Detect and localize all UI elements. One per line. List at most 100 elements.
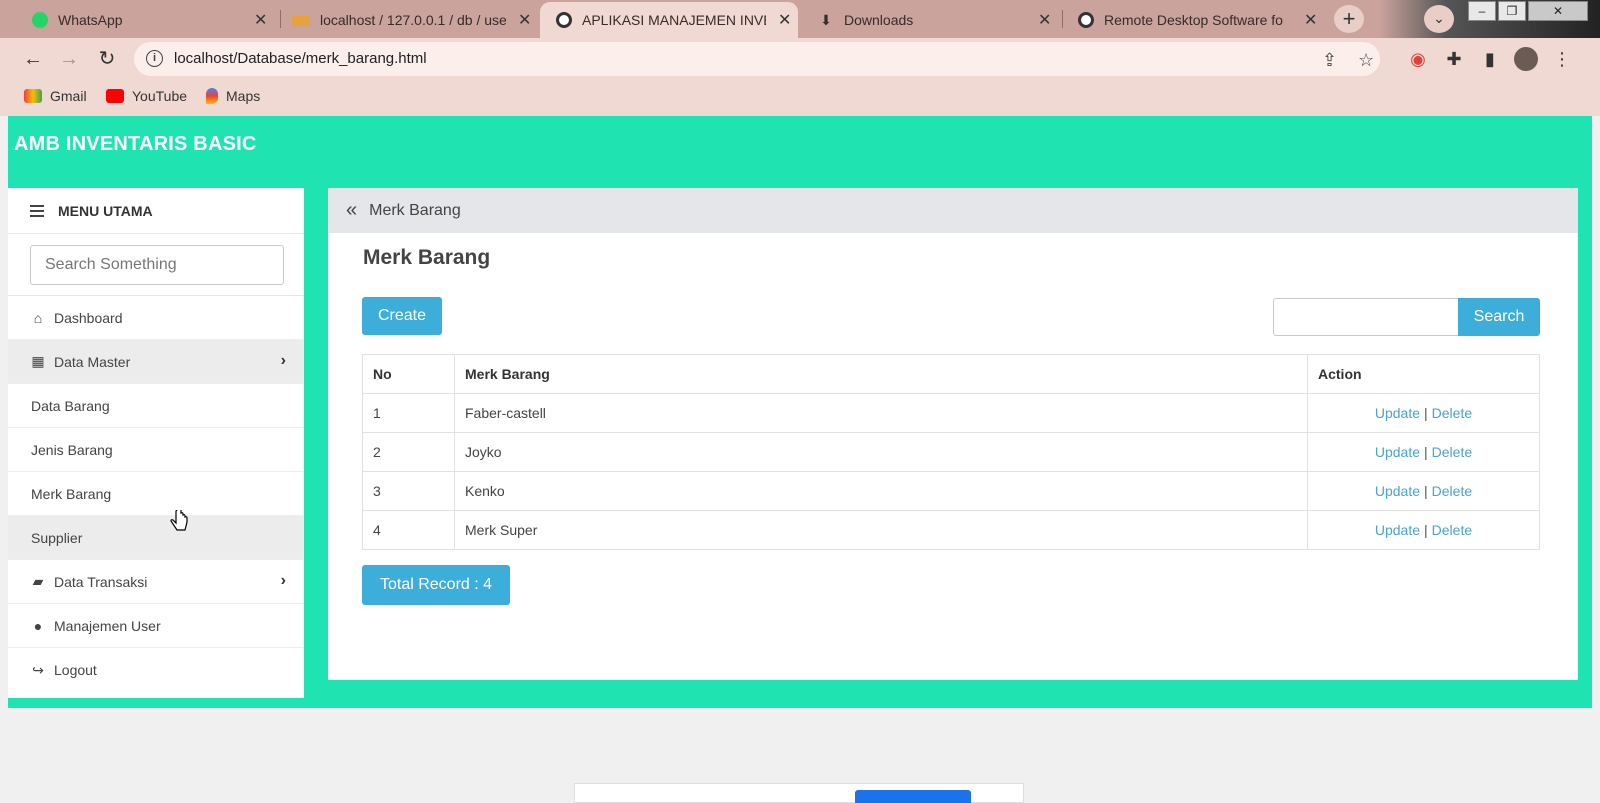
delete-link[interactable]: Delete [1432,522,1472,538]
action-separator: | [1424,522,1428,538]
sidebar-header: MENU UTAMA [8,188,304,234]
bookmark-youtube[interactable]: YouTube [106,88,187,104]
bookmark-label: YouTube [132,88,188,104]
tab-label: APLIKASI MANAJEMEN INVEN [582,12,766,28]
grid-icon: ▦ [31,353,45,369]
address-bar[interactable]: i localhost/Database/merk_barang.html ⇪ … [134,42,1380,76]
tab-whatsapp[interactable]: WhatsApp ✕ [10,2,274,38]
close-icon[interactable]: ✕ [254,10,267,30]
forward-button[interactable]: → [56,46,82,72]
sidebar-item-dashboard[interactable]: ⌂ Dashboard [8,296,304,340]
close-icon[interactable]: ✕ [1304,10,1317,30]
close-icon[interactable]: ✕ [778,10,791,30]
table-search-input[interactable] [1273,298,1459,336]
minimize-button[interactable]: – [1468,1,1496,21]
table-header-row: No Merk Barang Action [362,354,1540,394]
search-button[interactable]: Search [1458,298,1540,336]
sidebar-search-input[interactable] [30,245,284,285]
update-link[interactable]: Update [1375,405,1420,421]
share-icon[interactable]: ⇪ [1322,50,1337,71]
sidebar-item-manajemen-user[interactable]: ● Manajemen User [8,604,304,648]
new-tab-button[interactable]: + [1334,5,1364,33]
double-chevron-left-icon[interactable]: « [346,199,357,222]
browser-tab-bar: WhatsApp ✕ localhost / 127.0.0.1 / db / … [0,0,1600,38]
back-button[interactable]: ← [20,46,46,72]
browser-toolbar: ← → ↻ i localhost/Database/merk_barang.h… [0,38,1600,80]
user-icon: ● [33,617,43,634]
info-icon[interactable]: i [146,50,163,67]
reload-button[interactable]: ↻ [94,46,120,72]
sidebar-item-data-transaksi[interactable]: ▰ Data Transaksi › [8,560,304,604]
bookmark-gmail[interactable]: Gmail [24,88,87,104]
restore-button[interactable]: ❐ [1498,1,1526,21]
tab-label: Remote Desktop Software for [1104,12,1284,28]
page-title: Merk Barang [363,246,491,269]
tab-search-button[interactable]: ⌄ [1424,5,1454,33]
cell-no: 1 [362,393,455,433]
url-text[interactable]: localhost/Database/merk_barang.html [174,50,427,67]
update-link[interactable]: Update [1375,444,1420,460]
main-content: « Merk Barang Merk Barang Create Search … [328,188,1578,680]
create-button[interactable]: Create [362,297,442,335]
chevron-right-icon: › [280,572,286,589]
cell-action: Update | Delete [1307,471,1540,511]
cell-merk: Merk Super [454,510,1308,550]
cell-merk: Faber-castell [454,393,1308,433]
update-link[interactable]: Update [1375,483,1420,499]
table-row: 1 Faber-castell Update | Delete [362,393,1540,433]
cell-action: Update | Delete [1307,393,1540,433]
sidebar-item-label: Jenis Barang [31,441,113,458]
notification-action-button[interactable] [855,790,971,803]
home-icon: ⌂ [33,309,43,326]
breadcrumb-label: Merk Barang [369,201,461,219]
sidebar-item-data-barang[interactable]: Data Barang [8,384,304,428]
delete-link[interactable]: Delete [1432,444,1472,460]
breadcrumb: « Merk Barang [328,188,1578,233]
delete-link[interactable]: Delete [1432,483,1472,499]
sidebar-item-label: Data Barang [31,397,110,414]
youtube-icon [106,89,124,103]
close-icon[interactable]: ✕ [1038,10,1051,30]
logout-icon: ↪ [32,661,44,678]
close-window-button[interactable]: ✕ [1528,1,1588,21]
bookmarks-bar: Gmail YouTube Maps [0,80,1600,116]
delete-link[interactable]: Delete [1432,405,1472,421]
bottom-notification-bar [574,783,1024,803]
sidebar-item-data-master[interactable]: ▦ Data Master › [8,340,304,384]
sidebar: MENU UTAMA ⌂ Dashboard ▦ Data Master › D… [8,188,304,698]
column-header-no: No [362,354,455,394]
sidebar-item-logout[interactable]: ↪ Logout [8,648,304,692]
avatar[interactable] [1514,47,1538,71]
sidebar-title: MENU UTAMA [58,202,153,219]
screen-record-icon[interactable]: ◉ [1406,47,1430,71]
tab-aplikasi[interactable]: APLIKASI MANAJEMEN INVEN ✕ [540,2,798,38]
tab-remote-desktop[interactable]: Remote Desktop Software for ✕ [1066,2,1324,38]
download-icon: ⬇ [820,12,832,28]
extensions-icon[interactable]: ✚ [1442,47,1466,71]
tab-label: localhost / 127.0.0.1 / db / use [320,12,506,28]
sidebar-item-label: Merk Barang [31,485,112,502]
sidebar-item-jenis-barang[interactable]: Jenis Barang [8,428,304,472]
sidebar-item-supplier[interactable]: Supplier [8,516,304,560]
sidebar-item-label: Supplier [31,529,83,546]
sidebar-item-label: Logout [54,662,97,678]
action-separator: | [1424,483,1428,499]
brand-title: AMB INVENTARIS BASIC [14,133,257,155]
cell-merk: Kenko [454,471,1308,511]
chevron-right-icon: › [280,352,286,369]
side-panel-icon[interactable]: ▮ [1478,47,1502,71]
bookmark-maps[interactable]: Maps [206,88,260,104]
more-menu-icon[interactable]: ⋮ [1550,47,1574,71]
globe-icon [1078,12,1094,28]
tab-separator [1062,10,1063,28]
tab-downloads[interactable]: ⬇ Downloads ✕ [806,2,1056,38]
star-icon[interactable]: ☆ [1358,50,1374,71]
close-icon[interactable]: ✕ [518,10,531,30]
total-record-button[interactable]: Total Record : 4 [362,565,510,605]
maps-icon [206,88,218,104]
tab-phpmyadmin[interactable]: localhost / 127.0.0.1 / db / use ✕ [282,2,532,38]
sidebar-item-merk-barang[interactable]: Merk Barang [8,472,304,516]
action-separator: | [1424,444,1428,460]
update-link[interactable]: Update [1375,522,1420,538]
cell-no: 2 [362,432,455,472]
